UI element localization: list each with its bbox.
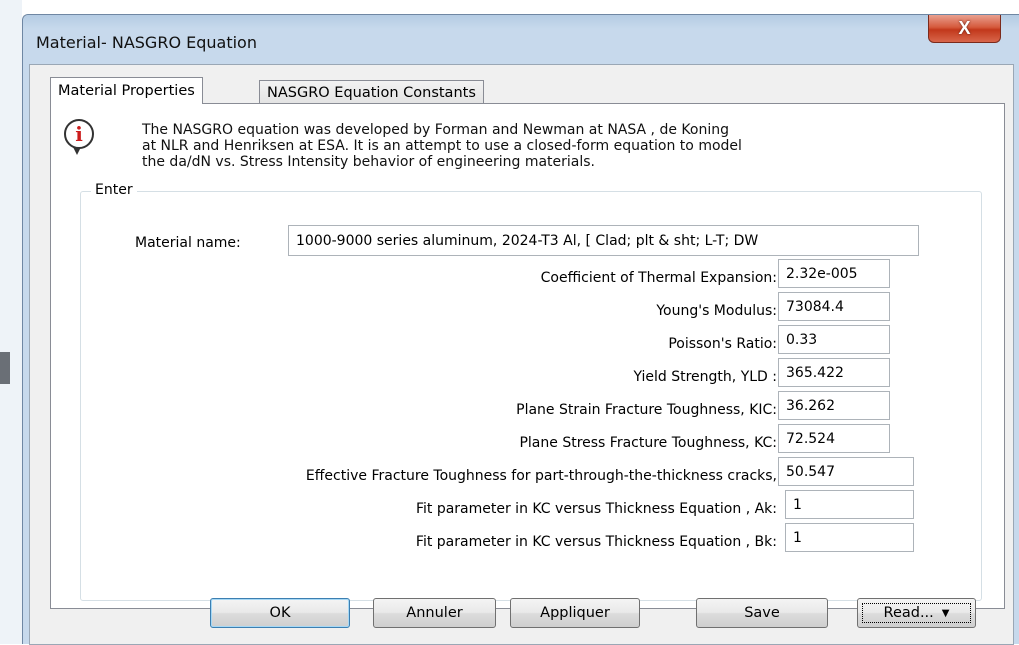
property-label-bk: Fit parameter in KC versus Thickness Equ… xyxy=(415,534,777,550)
property-label-poissons-ratio: Poisson's Ratio: xyxy=(668,336,777,352)
bk-field[interactable]: 1 xyxy=(785,523,914,552)
info-icon: i xyxy=(64,119,94,149)
material-name-label: Material name: xyxy=(135,235,241,251)
property-label-thermal-expansion: Coefficient of Thermal Expansion: xyxy=(540,270,777,286)
thermal-expansion-field[interactable]: 2.32e-005 xyxy=(778,259,890,288)
info-line: the da/dN vs. Stress Intensity behavior … xyxy=(142,154,595,170)
info-description: The NASGRO equation was developed by For… xyxy=(142,122,1019,170)
ak-field[interactable]: 1 xyxy=(785,490,914,519)
title-bar xyxy=(23,15,1019,29)
save-button[interactable]: Save xyxy=(696,598,828,628)
save-button-label: Save xyxy=(744,605,780,621)
info-line: The NASGRO equation was developed by For… xyxy=(142,122,729,138)
ok-button[interactable]: OK xyxy=(210,598,350,628)
info-line: at NLR and Henriksen at ESA. It is an at… xyxy=(142,138,742,154)
kic-field[interactable]: 36.262 xyxy=(778,391,890,420)
property-label-yield-strength: Yield Strength, YLD : xyxy=(633,369,777,385)
property-label-kic: Plane Strain Fracture Toughness, KIC: xyxy=(516,402,777,418)
material-name-field[interactable]: 1000-9000 series aluminum, 2024-T3 Al, [… xyxy=(288,225,919,256)
property-label-ak: Fit parameter in KC versus Thickness Equ… xyxy=(415,501,777,517)
effective-toughness-field[interactable]: 50.547 xyxy=(778,457,914,486)
close-button[interactable]: X xyxy=(928,15,1001,43)
dialog-window: Material- NASGRO Equation X Material Pro… xyxy=(22,14,1019,645)
enter-group-label: Enter xyxy=(91,182,137,198)
background-splitter-handle xyxy=(0,352,10,384)
property-label-effective-toughness: Effective Fracture Toughness for part-th… xyxy=(305,468,777,484)
read-dropdown-button[interactable]: Read... ▼ xyxy=(857,598,976,628)
property-label-kc: Plane Stress Fracture Toughness, KC: xyxy=(519,435,777,451)
cancel-button-label: Annuler xyxy=(406,605,463,621)
ok-button-label: OK xyxy=(269,605,291,621)
dialog-client-area: Material Properties NASGRO Equation Cons… xyxy=(29,64,1014,645)
poissons-ratio-field[interactable]: 0.33 xyxy=(778,325,890,354)
window-title: Material- NASGRO Equation xyxy=(36,33,257,52)
kc-field[interactable]: 72.524 xyxy=(778,424,890,453)
tab-nasgro-equation-constants[interactable]: NASGRO Equation Constants xyxy=(259,80,484,104)
youngs-modulus-field[interactable]: 73084.4 xyxy=(778,292,890,321)
apply-button[interactable]: Appliquer xyxy=(510,598,640,628)
focus-rectangle xyxy=(862,603,971,623)
yield-strength-field[interactable]: 365.422 xyxy=(778,358,890,387)
apply-button-label: Appliquer xyxy=(540,605,610,621)
cancel-button[interactable]: Annuler xyxy=(373,598,496,628)
close-icon: X xyxy=(958,18,971,38)
tab-material-properties[interactable]: Material Properties xyxy=(50,77,203,104)
property-label-youngs-modulus: Young's Modulus: xyxy=(656,303,777,319)
background-window-edge xyxy=(0,0,22,644)
